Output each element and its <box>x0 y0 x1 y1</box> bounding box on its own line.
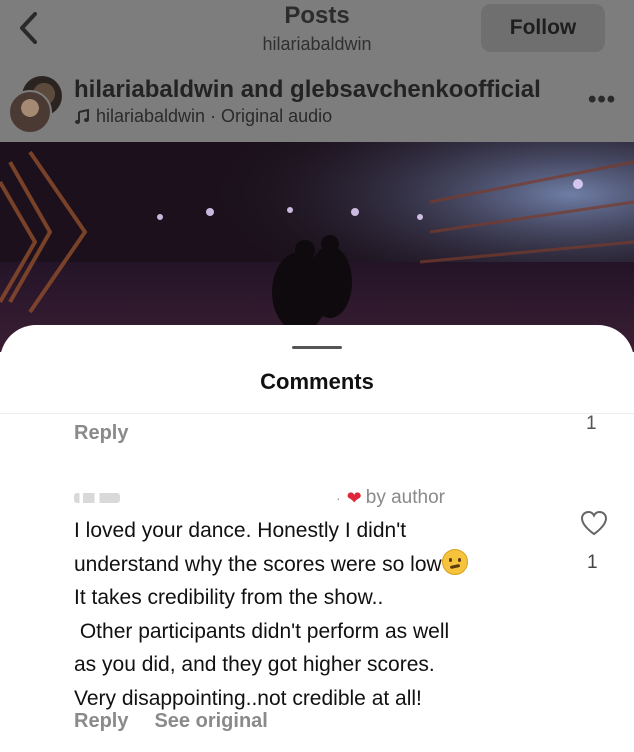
username-blurred[interactable] <box>74 493 120 503</box>
comments-title: Comments <box>260 369 374 394</box>
reply-button[interactable]: Reply <box>74 422 128 445</box>
heart-filled-icon: ❤ <box>346 487 362 508</box>
like-count: 1 <box>586 413 597 434</box>
see-original-button[interactable]: See original <box>154 710 267 733</box>
video-preview[interactable] <box>0 142 634 352</box>
music-note-icon <box>75 108 89 124</box>
follow-button[interactable]: Follow <box>481 4 605 52</box>
more-horizontal-icon: ••• <box>588 86 617 113</box>
divider <box>0 413 634 414</box>
heart-outline-icon <box>580 510 608 536</box>
comment-actions: Reply See original <box>74 710 268 733</box>
comments-sheet: Comments Reply 1 · ❤ by author I loved y… <box>0 325 634 752</box>
post-author-bar: hilariabaldwin and glebsavchenkoofficial… <box>0 72 634 142</box>
reply-button[interactable]: Reply <box>74 710 128 733</box>
top-header: Posts hilariabaldwin Follow <box>0 0 634 72</box>
sheet-drag-handle[interactable] <box>292 346 342 349</box>
comment-header: · ❤ by author <box>74 487 474 509</box>
comment-body: I loved your dance. Honestly I didn't un… <box>74 514 554 715</box>
audio-label: hilariabaldwin · Original audio <box>96 106 333 126</box>
dot-separator: · <box>336 490 341 506</box>
avatar[interactable] <box>8 76 64 134</box>
more-options-button[interactable]: ••• <box>588 86 616 114</box>
post-authors[interactable]: hilariabaldwin and glebsavchenkoofficial <box>74 76 541 104</box>
avatar-primary <box>8 90 52 134</box>
comment-line: It takes credibility from the show.. <box>74 586 384 609</box>
liked-by-author-badge: by author <box>365 487 445 508</box>
comment-line: I loved your dance. Honestly I didn't <box>74 519 407 542</box>
comment-line: Other participants didn't perform as wel… <box>74 619 450 643</box>
audio-link[interactable]: hilariabaldwin · Original audio <box>74 106 332 127</box>
confused-face-emoji <box>441 548 468 575</box>
like-count: 1 <box>587 552 598 573</box>
video-frame <box>0 142 634 352</box>
comment-line: understand why the scores were so low <box>74 548 554 582</box>
like-button[interactable] <box>580 510 608 536</box>
comment-line: as you did, and they got higher scores. <box>74 653 435 676</box>
